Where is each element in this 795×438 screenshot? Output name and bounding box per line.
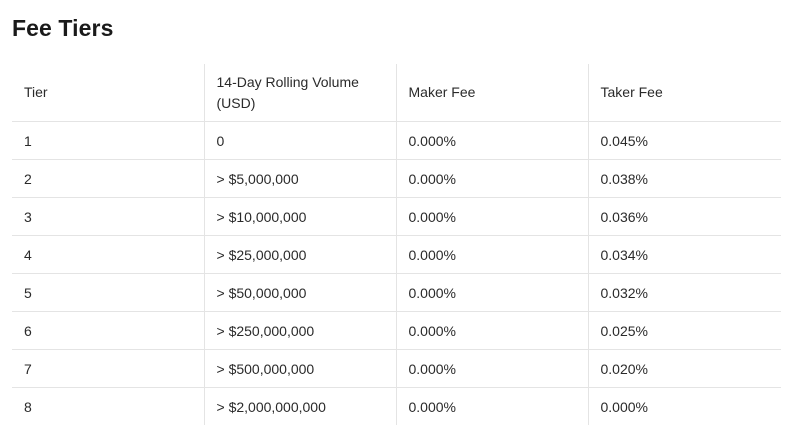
table-row: 4 > $25,000,000 0.000% 0.034% — [12, 235, 781, 274]
taker-fee-cell: 0.036% — [587, 197, 781, 236]
volume-cell: > $250,000,000 — [203, 311, 396, 350]
taker-fee-cell: 0.025% — [587, 311, 781, 350]
maker-fee-cell: 0.000% — [395, 235, 588, 274]
maker-fee-cell: 0.000% — [395, 273, 588, 312]
column-header-maker-fee: Maker Fee — [395, 64, 588, 122]
volume-cell: > $25,000,000 — [203, 235, 396, 274]
column-header-taker-fee: Taker Fee — [587, 64, 781, 122]
volume-cell: > $2,000,000,000 — [203, 387, 396, 425]
tier-cell: 1 — [12, 121, 204, 160]
maker-fee-cell: 0.000% — [395, 349, 588, 388]
volume-cell: > $50,000,000 — [203, 273, 396, 312]
tier-cell: 3 — [12, 197, 204, 236]
volume-cell: > $5,000,000 — [203, 159, 396, 198]
tier-cell: 5 — [12, 273, 204, 312]
column-header-tier: Tier — [12, 64, 204, 122]
table-header-row: Tier 14-Day Rolling Volume (USD) Maker F… — [12, 64, 781, 122]
table-row: 1 0 0.000% 0.045% — [12, 121, 781, 160]
tier-cell: 7 — [12, 349, 204, 388]
tier-cell: 2 — [12, 159, 204, 198]
tier-cell: 8 — [24, 398, 32, 415]
taker-fee-cell: 0.020% — [587, 349, 781, 388]
maker-fee-cell: 0.000% — [395, 121, 588, 160]
table-row: 5 > $50,000,000 0.000% 0.032% — [12, 273, 781, 312]
volume-cell: 0 — [203, 121, 396, 160]
table-row: 7 > $500,000,000 0.000% 0.020% — [12, 349, 781, 388]
maker-fee-cell: 0.000% — [395, 197, 588, 236]
table-row: 6 > $250,000,000 0.000% 0.025% — [12, 311, 781, 350]
taker-fee-cell: 0.038% — [587, 159, 781, 198]
volume-cell: > $500,000,000 — [203, 349, 396, 388]
maker-fee-cell: 0.000% — [395, 311, 588, 350]
fee-tiers-table: Tier 14-Day Rolling Volume (USD) Maker F… — [12, 64, 781, 425]
table-row: 8 > $2,000,000,000 0.000% 0.000% — [12, 387, 781, 425]
table-row: 3 > $10,000,000 0.000% 0.036% — [12, 197, 781, 236]
tier-cell: 4 — [12, 235, 204, 274]
volume-cell: > $10,000,000 — [203, 197, 396, 236]
taker-fee-cell: 0.032% — [587, 273, 781, 312]
taker-fee-cell: 0.034% — [587, 235, 781, 274]
taker-fee-cell: 0.000% — [587, 387, 781, 425]
column-header-volume: 14-Day Rolling Volume (USD) — [203, 64, 396, 122]
maker-fee-cell: 0.000% — [395, 387, 588, 425]
tier-cell: 6 — [12, 311, 204, 350]
table-row: 2 > $5,000,000 0.000% 0.038% — [12, 159, 781, 198]
taker-fee-cell: 0.045% — [587, 121, 781, 160]
maker-fee-cell: 0.000% — [395, 159, 588, 198]
page-title: Fee Tiers — [12, 15, 114, 41]
